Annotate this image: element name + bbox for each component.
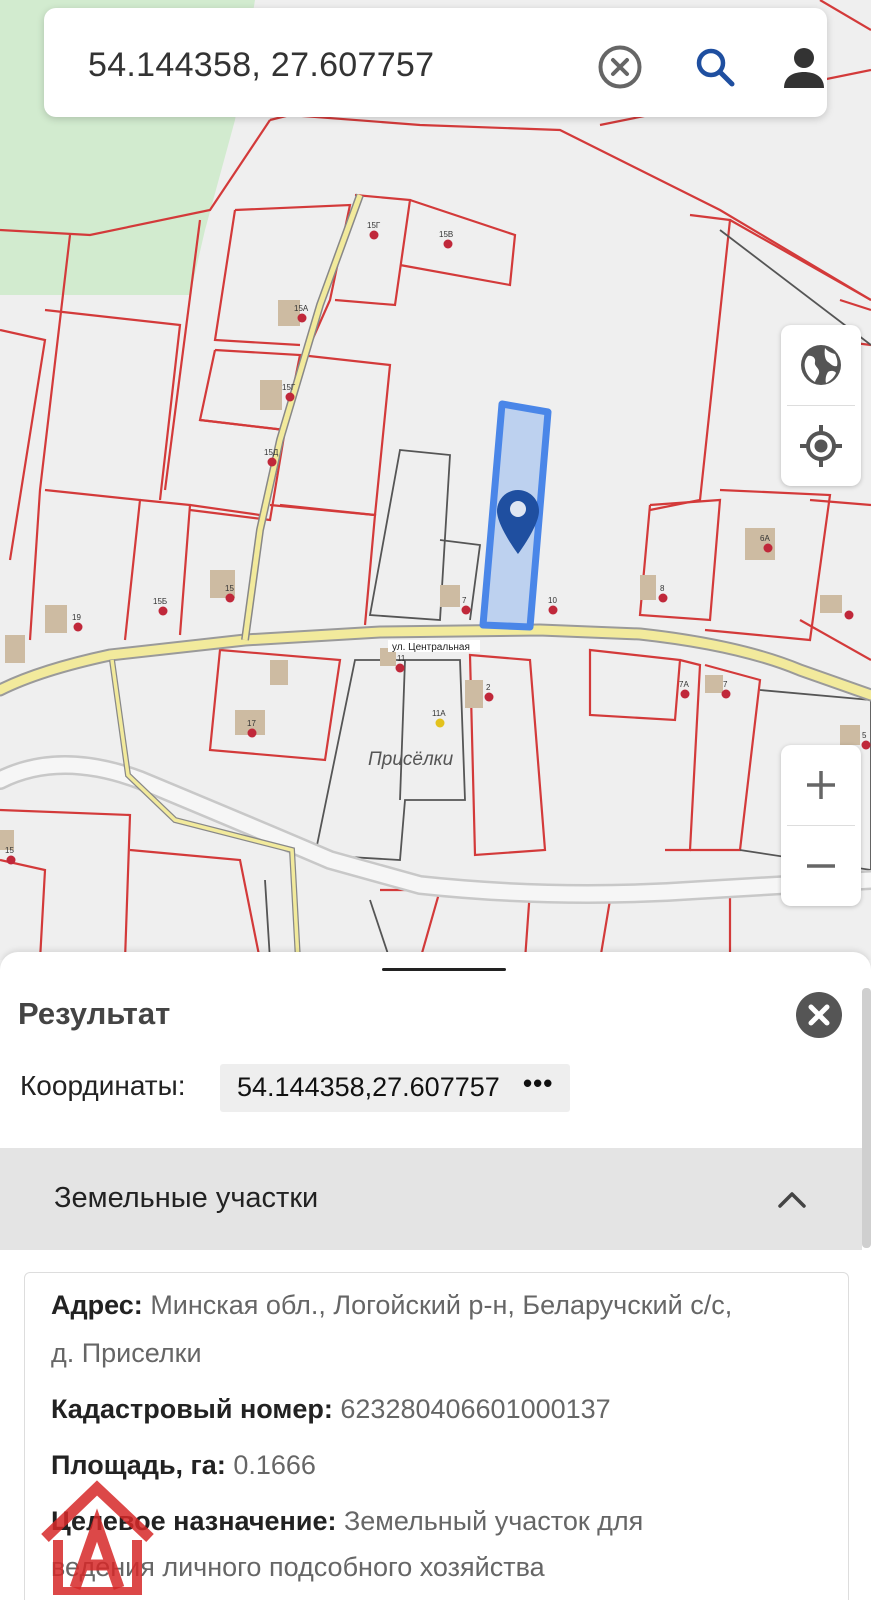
- drag-handle[interactable]: [382, 968, 506, 971]
- search-bar: 54.144358, 27.607757: [44, 8, 827, 117]
- close-icon[interactable]: [796, 992, 842, 1038]
- section-title: Земельные участки: [54, 1182, 319, 1214]
- field-cadastral-number: Кадастровый номер: 623280406601000137: [51, 1394, 611, 1424]
- clear-circle-icon[interactable]: [597, 44, 643, 90]
- house-number: 7А: [679, 680, 689, 689]
- chevron-up-icon[interactable]: [775, 1184, 809, 1214]
- map-canvas[interactable]: 15Г 15В 15А 15Г 15Д 15Б 15 19 7 10 8 6А …: [0, 0, 871, 960]
- minus-icon[interactable]: [781, 826, 861, 906]
- zoom-controls: [781, 745, 861, 906]
- map-layer-controls: [781, 325, 861, 486]
- coords-value: 54.144358,27.607757: [237, 1072, 500, 1102]
- house-number: 17: [247, 719, 256, 728]
- road-main-outline: [0, 623, 871, 702]
- user-icon[interactable]: [782, 46, 826, 90]
- watermark-logo: [41, 1480, 154, 1595]
- house-number: 2: [486, 683, 491, 692]
- field-address-cont: д. Приселки: [51, 1338, 202, 1368]
- coords-chip[interactable]: 54.144358,27.607757 •••: [220, 1064, 570, 1112]
- house-number: 10: [548, 596, 557, 605]
- more-options-icon[interactable]: •••: [523, 1068, 553, 1099]
- globe-icon[interactable]: [781, 325, 861, 405]
- house-number: 15Д: [264, 448, 279, 457]
- crosshair-icon[interactable]: [781, 406, 861, 486]
- house-number: 5: [862, 731, 867, 740]
- house-number: 7: [462, 596, 467, 605]
- map-view[interactable]: 15Г 15В 15А 15Г 15Д 15Б 15 19 7 10 8 6А …: [0, 0, 871, 960]
- search-icon[interactable]: [694, 46, 738, 90]
- field-address: Адрес: Минская обл., Логойский р-н, Бела…: [51, 1290, 733, 1320]
- house-number: 15Г: [367, 221, 381, 230]
- house-number: 6А: [760, 534, 770, 543]
- road-north: [241, 193, 364, 641]
- house-number: 11А: [432, 709, 446, 718]
- panel-title: Результат: [18, 996, 171, 1031]
- house-number: 15Г: [282, 383, 296, 392]
- street-label: ул. Центральная: [392, 642, 470, 653]
- section-land-plots[interactable]: Земельные участки: [0, 1148, 862, 1250]
- house-number: 15Б: [153, 597, 167, 606]
- house-number: 8: [660, 584, 665, 593]
- house-number: 15: [225, 584, 234, 593]
- house-number: 15: [5, 846, 14, 855]
- house-number: 15В: [439, 230, 453, 239]
- house-number: 15А: [294, 304, 309, 313]
- house-number: 19: [72, 613, 81, 622]
- house-number: 11: [397, 654, 406, 663]
- house-number: 7: [723, 680, 728, 689]
- search-input[interactable]: 54.144358, 27.607757: [88, 46, 434, 85]
- coords-label: Координаты:: [20, 1070, 186, 1101]
- plus-icon[interactable]: [781, 745, 861, 825]
- village-label: Присёлки: [368, 749, 454, 770]
- road-main: [0, 625, 871, 700]
- scrollbar[interactable]: [862, 988, 871, 1248]
